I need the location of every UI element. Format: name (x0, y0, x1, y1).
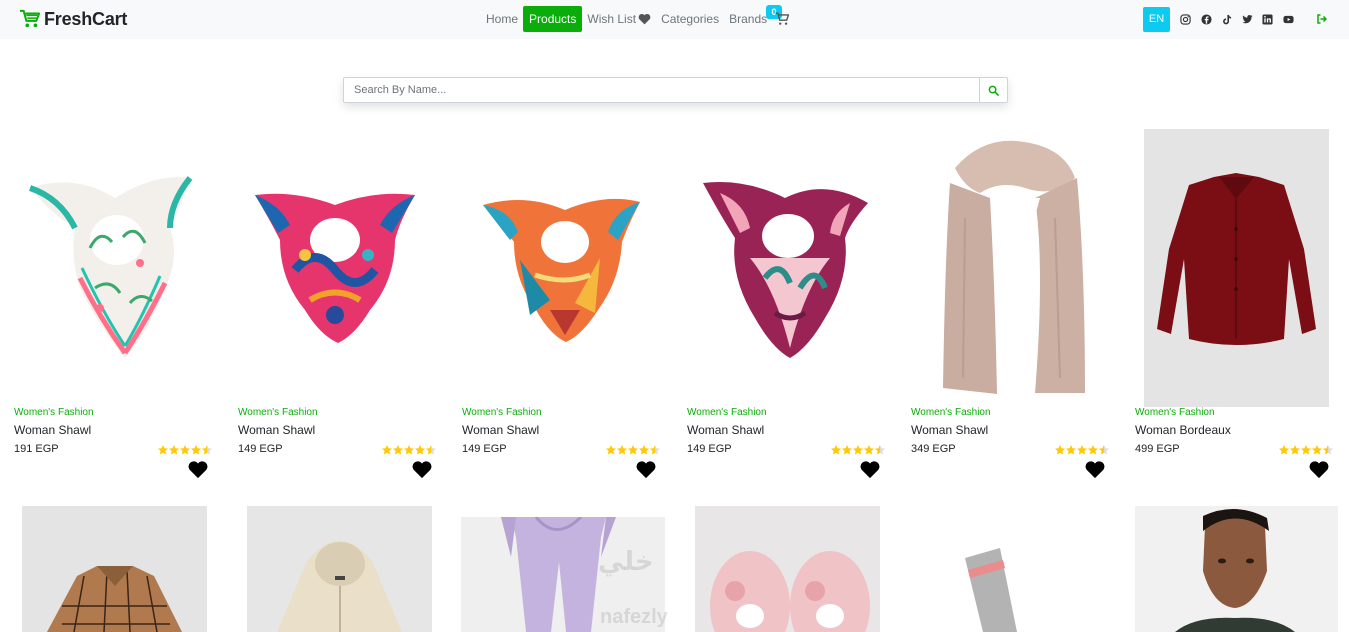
rating-stars (1278, 444, 1333, 456)
product-category-4: Women's Fashion (687, 407, 767, 418)
product-price-5: 349 EGP (911, 443, 956, 455)
star-icon (1099, 445, 1109, 455)
star-icon (1323, 445, 1333, 455)
product-image-5[interactable] (935, 138, 1093, 398)
product-image-1[interactable] (20, 168, 210, 368)
product-grid: Women's Fashion Woman Shawl 191 EGP Wome… (0, 0, 1349, 632)
product-category-2: Women's Fashion (238, 407, 318, 418)
star-icon (202, 445, 212, 455)
rating-stars (381, 444, 436, 456)
add-to-wishlist-heart-icon[interactable] (1084, 460, 1106, 479)
product-price-4: 149 EGP (687, 443, 732, 455)
add-to-wishlist-heart-icon[interactable] (635, 460, 657, 479)
star-icon (650, 445, 660, 455)
product-title-5[interactable]: Woman Shawl (911, 423, 988, 437)
product-price-2: 149 EGP (238, 443, 283, 455)
product-title-2[interactable]: Woman Shawl (238, 423, 315, 437)
product-image-7[interactable] (22, 506, 207, 632)
rating-stars (605, 444, 660, 456)
product-image-11[interactable] (955, 548, 1025, 632)
watermark: خلي (598, 546, 654, 576)
product-category-1: Women's Fashion (14, 407, 94, 418)
product-image-12[interactable] (1135, 506, 1338, 632)
star-icon (875, 445, 885, 455)
product-image-2[interactable] (250, 185, 420, 345)
watermark-latin: nafezly (600, 606, 668, 628)
product-image-8[interactable] (247, 506, 432, 632)
product-image-6[interactable] (1144, 129, 1329, 407)
product-title-3[interactable]: Woman Shawl (462, 423, 539, 437)
add-to-wishlist-heart-icon[interactable] (411, 460, 433, 479)
add-to-wishlist-heart-icon[interactable] (187, 460, 209, 479)
rating-stars (1054, 444, 1109, 456)
product-image-4[interactable] (700, 178, 872, 360)
rating-stars (157, 444, 212, 456)
product-price-1: 191 EGP (14, 443, 59, 455)
product-category-5: Women's Fashion (911, 407, 991, 418)
product-price-3: 149 EGP (462, 443, 507, 455)
product-title-1[interactable]: Woman Shawl (14, 423, 91, 437)
product-image-3[interactable] (480, 190, 645, 345)
product-price-6: 499 EGP (1135, 443, 1180, 455)
rating-stars (830, 444, 885, 456)
product-title-6[interactable]: Woman Bordeaux (1135, 423, 1231, 437)
product-title-4[interactable]: Woman Shawl (687, 423, 764, 437)
star-icon (426, 445, 436, 455)
product-image-10[interactable] (695, 506, 880, 632)
add-to-wishlist-heart-icon[interactable] (1308, 460, 1330, 479)
product-category-3: Women's Fashion (462, 407, 542, 418)
product-category-6: Women's Fashion (1135, 407, 1215, 418)
add-to-wishlist-heart-icon[interactable] (859, 460, 881, 479)
